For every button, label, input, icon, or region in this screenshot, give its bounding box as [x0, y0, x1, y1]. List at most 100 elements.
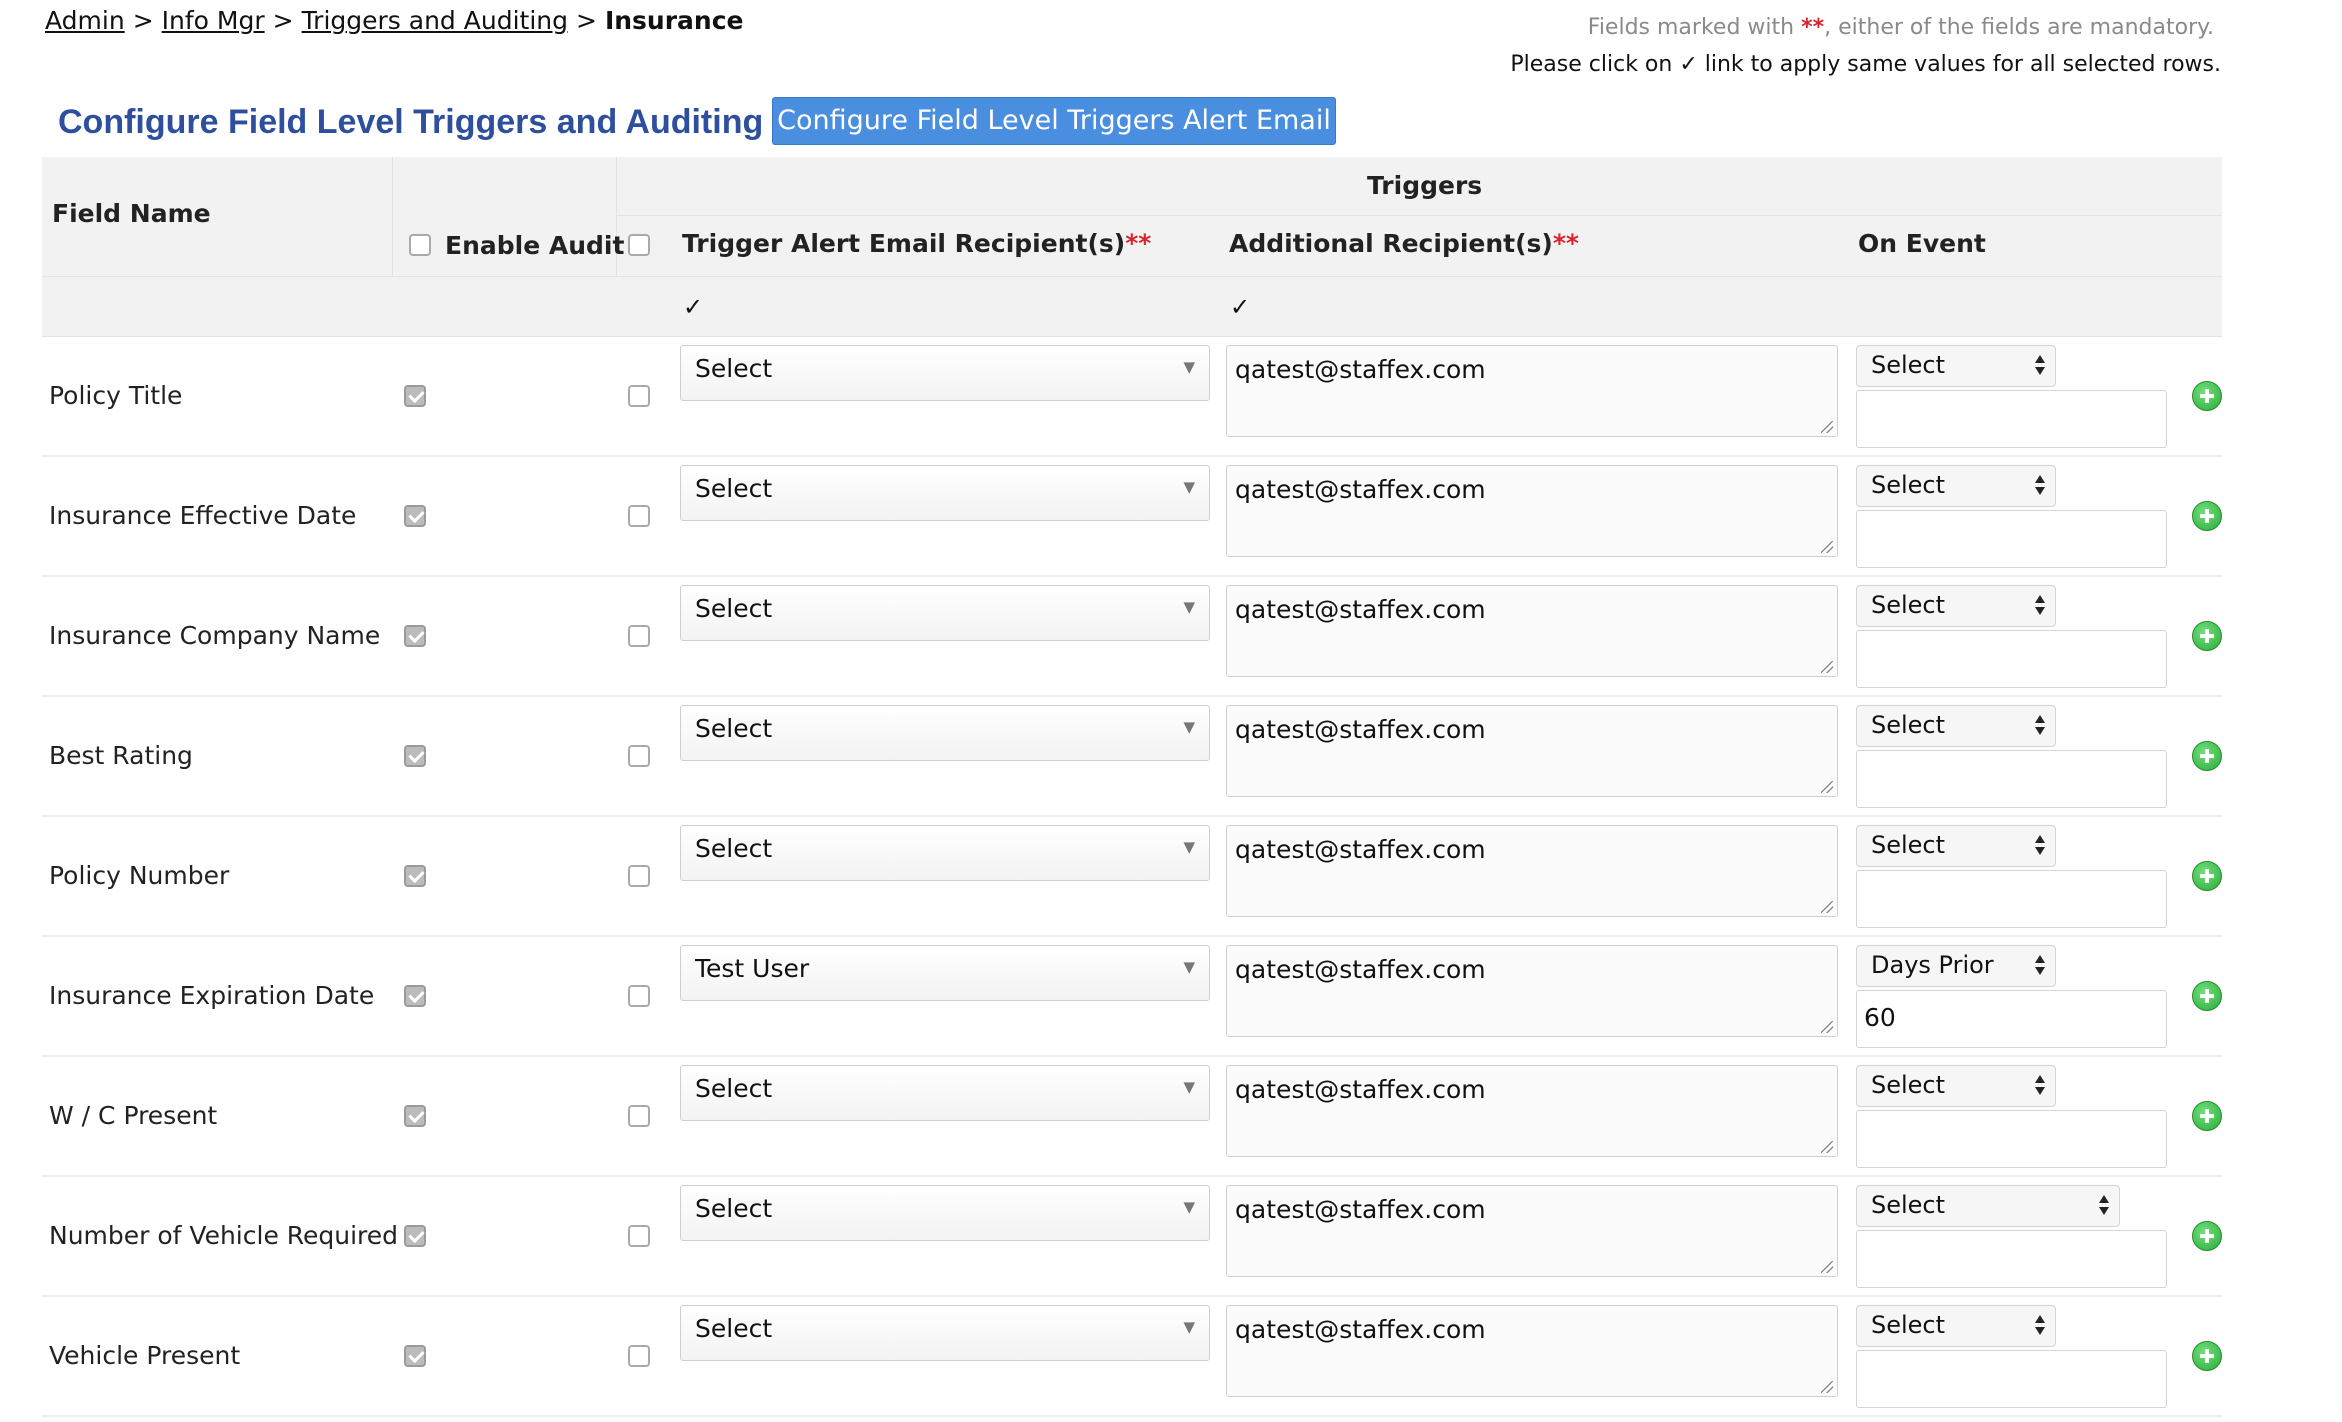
days-input[interactable]: [1856, 630, 2167, 688]
enable-audit-checkbox[interactable]: [404, 625, 426, 647]
table-row: Policy Title Select ▼ qatest@staffex.com Sel…: [42, 337, 2222, 457]
additional-recipients-textarea[interactable]: qatest@staffex.com: [1226, 1185, 1838, 1277]
trigger-row-checkbox[interactable]: [628, 625, 650, 647]
resize-grip-icon[interactable]: [1821, 1381, 1833, 1393]
trigger-row-checkbox[interactable]: [628, 745, 650, 767]
trigger-row-checkbox[interactable]: [628, 1345, 650, 1367]
trigger-recipient-select[interactable]: Select ▼: [680, 1065, 1210, 1121]
on-event-select[interactable]: Select: [1856, 705, 2056, 747]
breadcrumb-separator: >: [132, 6, 154, 35]
days-input[interactable]: [1856, 750, 2167, 808]
add-row-icon[interactable]: [2192, 1341, 2222, 1371]
on-event-select[interactable]: Select: [1856, 825, 2056, 867]
add-row-icon[interactable]: [2192, 381, 2222, 411]
mandatory-note: Fields marked with **, either of the fie…: [1588, 15, 2214, 40]
trigger-recipient-select[interactable]: Select ▼: [680, 585, 1210, 641]
trigger-recipient-select[interactable]: Select ▼: [680, 825, 1210, 881]
trigger-row-checkbox[interactable]: [628, 1105, 650, 1127]
trigger-recipient-select[interactable]: Select ▼: [680, 1185, 1210, 1241]
on-event-select[interactable]: Select: [1856, 465, 2056, 507]
table-row: Policy Number Select ▼ qatest@staffex.com Se…: [42, 817, 2222, 937]
days-input[interactable]: 60: [1856, 990, 2167, 1048]
add-row-icon[interactable]: [2192, 861, 2222, 891]
caret-down-icon: ▼: [1183, 958, 1195, 976]
on-event-select[interactable]: Select: [1856, 585, 2056, 627]
breadcrumb-link-triggers-and-auditing[interactable]: Triggers and Auditing: [302, 6, 568, 35]
enable-audit-checkbox[interactable]: [404, 865, 426, 887]
trigger-row-checkbox[interactable]: [628, 505, 650, 527]
days-input[interactable]: [1856, 870, 2167, 928]
on-event-value: Select: [1871, 831, 1946, 859]
enable-audit-checkbox[interactable]: [404, 1225, 426, 1247]
on-event-select[interactable]: Select: [1856, 1065, 2056, 1107]
caret-down-icon: ▼: [1183, 598, 1195, 616]
resize-grip-icon[interactable]: [1821, 1021, 1833, 1033]
additional-recipients-textarea[interactable]: qatest@staffex.com: [1226, 1305, 1838, 1397]
days-input[interactable]: [1856, 1350, 2167, 1408]
trigger-recipient-select[interactable]: Select ▼: [680, 465, 1210, 521]
on-event-select[interactable]: Select: [1856, 1305, 2056, 1347]
trigger-row-checkbox[interactable]: [628, 385, 650, 407]
trigger-row-checkbox[interactable]: [628, 985, 650, 1007]
enable-audit-checkbox[interactable]: [404, 745, 426, 767]
trigger-recipient-select[interactable]: Select ▼: [680, 705, 1210, 761]
field-name: Number of Vehicle Required: [49, 1221, 399, 1250]
resize-grip-icon[interactable]: [1821, 421, 1833, 433]
page-title: Configure Field Level Triggers and Audit…: [58, 103, 764, 141]
days-input[interactable]: [1856, 510, 2167, 568]
enable-audit-checkbox[interactable]: [404, 1345, 426, 1367]
trigger-recipient-value: Select: [695, 474, 773, 503]
configure-alert-email-button[interactable]: Configure Field Level Triggers Alert Ema…: [772, 97, 1336, 145]
enable-audit-all-checkbox[interactable]: [409, 234, 431, 256]
field-name: Policy Number: [49, 861, 230, 890]
enable-audit-checkbox[interactable]: [404, 505, 426, 527]
resize-grip-icon[interactable]: [1821, 781, 1833, 793]
field-name: Insurance Expiration Date: [49, 981, 375, 1010]
days-input[interactable]: [1856, 1110, 2167, 1168]
trigger-recipient-select[interactable]: Select ▼: [680, 1305, 1210, 1361]
additional-recipients-textarea[interactable]: qatest@staffex.com: [1226, 585, 1838, 677]
table-row: Number of Vehicle Required Select ▼ qatest@…: [42, 1177, 2222, 1297]
apply-all-additional-recipients-link[interactable]: ✓: [1230, 293, 1250, 321]
breadcrumb-link-info-mgr[interactable]: Info Mgr: [162, 6, 265, 35]
additional-recipients-textarea[interactable]: qatest@staffex.com: [1226, 705, 1838, 797]
trigger-recipient-select[interactable]: Select ▼: [680, 345, 1210, 401]
additional-recipients-textarea[interactable]: qatest@staffex.com: [1226, 825, 1838, 917]
trigger-recipient-select[interactable]: Test User ▼: [680, 945, 1210, 1001]
enable-audit-checkbox[interactable]: [404, 385, 426, 407]
breadcrumb-separator: >: [575, 6, 597, 35]
days-input[interactable]: [1856, 1230, 2167, 1288]
table-body: Policy Title Select ▼ qatest@staffex.com Sel…: [42, 337, 2222, 1417]
add-row-icon[interactable]: [2192, 741, 2222, 771]
trigger-row-checkbox[interactable]: [628, 1225, 650, 1247]
on-event-select[interactable]: Select: [1856, 1185, 2120, 1227]
field-name: Best Rating: [49, 741, 193, 770]
add-row-icon[interactable]: [2192, 981, 2222, 1011]
resize-grip-icon[interactable]: [1821, 541, 1833, 553]
additional-recipients-value: qatest@staffex.com: [1235, 1195, 1486, 1224]
add-row-icon[interactable]: [2192, 501, 2222, 531]
days-input[interactable]: [1856, 390, 2167, 448]
apply-all-recipients-link[interactable]: ✓: [683, 293, 703, 321]
additional-recipients-textarea[interactable]: qatest@staffex.com: [1226, 345, 1838, 437]
resize-grip-icon[interactable]: [1821, 661, 1833, 673]
add-row-icon[interactable]: [2192, 1101, 2222, 1131]
up-down-arrows-icon: [2035, 474, 2045, 498]
trigger-all-checkbox[interactable]: [628, 234, 650, 256]
trigger-row-checkbox[interactable]: [628, 865, 650, 887]
additional-recipients-textarea[interactable]: qatest@staffex.com: [1226, 465, 1838, 557]
resize-grip-icon[interactable]: [1821, 1141, 1833, 1153]
resize-grip-icon[interactable]: [1821, 1261, 1833, 1273]
resize-grip-icon[interactable]: [1821, 901, 1833, 913]
add-row-icon[interactable]: [2192, 621, 2222, 651]
on-event-select[interactable]: Days Prior: [1856, 945, 2056, 987]
enable-audit-checkbox[interactable]: [404, 1105, 426, 1127]
additional-recipients-textarea[interactable]: qatest@staffex.com: [1226, 945, 1838, 1037]
add-row-icon[interactable]: [2192, 1221, 2222, 1251]
enable-audit-checkbox[interactable]: [404, 985, 426, 1007]
caret-down-icon: ▼: [1183, 1078, 1195, 1096]
additional-recipients-textarea[interactable]: qatest@staffex.com: [1226, 1065, 1838, 1157]
on-event-select[interactable]: Select: [1856, 345, 2056, 387]
additional-recipients-value: qatest@staffex.com: [1235, 475, 1486, 504]
breadcrumb-link-admin[interactable]: Admin: [45, 6, 125, 35]
